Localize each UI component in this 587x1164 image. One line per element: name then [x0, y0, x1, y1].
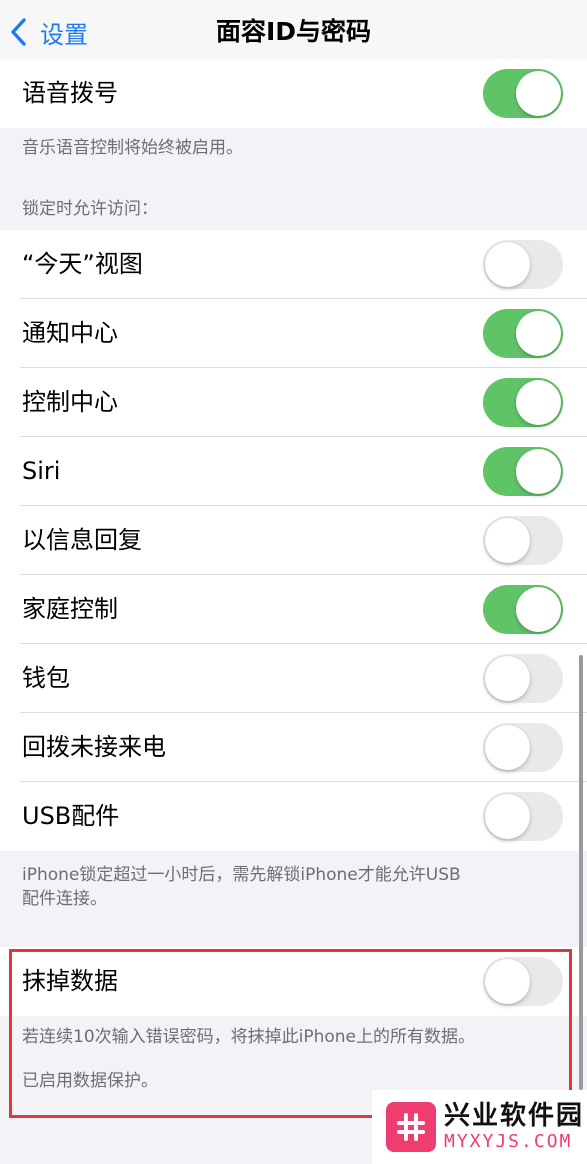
lock-item-usb-accessories: USB配件 [0, 782, 587, 851]
reply-with-message-toggle[interactable] [483, 516, 563, 565]
toggle-knob [485, 656, 530, 701]
lock-item-home-control: 家庭控制 [0, 575, 587, 644]
watermark-name: 兴业软件园 [444, 1101, 585, 1131]
home-control-toggle[interactable] [483, 585, 563, 634]
lock-item-notification-center: 通知中心 [0, 299, 587, 368]
wallet-toggle[interactable] [483, 654, 563, 703]
lock-item-label: 家庭控制 [22, 595, 118, 623]
erase-footer-line-1: 若连续10次输入错误密码，将抹掉此iPhone上的所有数据。 [22, 1027, 476, 1047]
toggle-knob [485, 959, 530, 1004]
toggle-knob [516, 449, 561, 494]
toggle-knob [516, 587, 561, 632]
lock-item-today-view: “今天”视图 [0, 230, 587, 299]
voice-dial-label: 语音拨号 [22, 79, 118, 107]
watermark: 兴业软件园 MYXYJS.COM [372, 1090, 587, 1164]
toggle-knob [485, 518, 530, 563]
toggle-knob [485, 242, 530, 287]
lock-item-label: 通知中心 [22, 319, 118, 347]
toggle-knob [516, 380, 561, 425]
lock-item-label: “今天”视图 [22, 250, 143, 278]
lock-item-control-center: 控制中心 [0, 368, 587, 437]
erase-data-row: 抹掉数据 [0, 947, 587, 1016]
watermark-domain: MYXYJS.COM [444, 1131, 573, 1152]
lock-access-group: “今天”视图 通知中心 控制中心 Siri 以信息回复 家庭控制 钱包 回拨未接… [0, 230, 587, 851]
lock-item-label: Siri [22, 457, 61, 485]
control-center-toggle[interactable] [483, 378, 563, 427]
return-missed-calls-toggle[interactable] [483, 723, 563, 772]
toggle-knob [516, 311, 561, 356]
page-title: 面容ID与密码 [215, 17, 372, 46]
lock-item-siri: Siri [0, 437, 587, 506]
voice-dial-toggle[interactable] [483, 69, 563, 118]
today-view-toggle[interactable] [483, 240, 563, 289]
lock-item-label: USB配件 [22, 802, 120, 830]
lock-item-return-missed-calls: 回拨未接来电 [0, 713, 587, 782]
lock-item-label: 以信息回复 [22, 526, 142, 554]
notification-center-toggle[interactable] [483, 309, 563, 358]
usb-footer-line-1: iPhone锁定超过一小时后，需先解锁iPhone才能允许USB [22, 865, 461, 885]
voice-dial-row: 语音拨号 [0, 59, 587, 128]
lock-item-label: 控制中心 [22, 388, 118, 416]
lock-access-header: 锁定时允许访问： [22, 199, 158, 219]
usb-footer: iPhone锁定超过一小时后，需先解锁iPhone才能允许USB 配件连接。 [22, 863, 565, 911]
erase-data-group: 抹掉数据 [0, 947, 587, 1016]
navigation-bar: 设置 面容ID与密码 [0, 0, 587, 67]
voice-dial-footer: 音乐语音控制将始终被启用。 [22, 138, 243, 158]
voice-dial-group: 语音拨号 [0, 59, 587, 128]
usb-footer-line-2: 配件连接。 [22, 889, 107, 909]
lock-item-label: 钱包 [22, 664, 70, 692]
toggle-knob [485, 794, 530, 839]
lock-item-reply-with-message: 以信息回复 [0, 506, 587, 575]
lock-item-label: 回拨未接来电 [22, 733, 166, 761]
siri-toggle[interactable] [483, 447, 563, 496]
erase-data-label: 抹掉数据 [22, 967, 118, 995]
toggle-knob [516, 71, 561, 116]
erase-data-toggle[interactable] [483, 957, 563, 1006]
lock-item-wallet: 钱包 [0, 644, 587, 713]
usb-accessories-toggle[interactable] [483, 792, 563, 841]
watermark-logo-icon [386, 1102, 436, 1152]
toggle-knob [485, 725, 530, 770]
scroll-indicator[interactable] [579, 655, 583, 1090]
